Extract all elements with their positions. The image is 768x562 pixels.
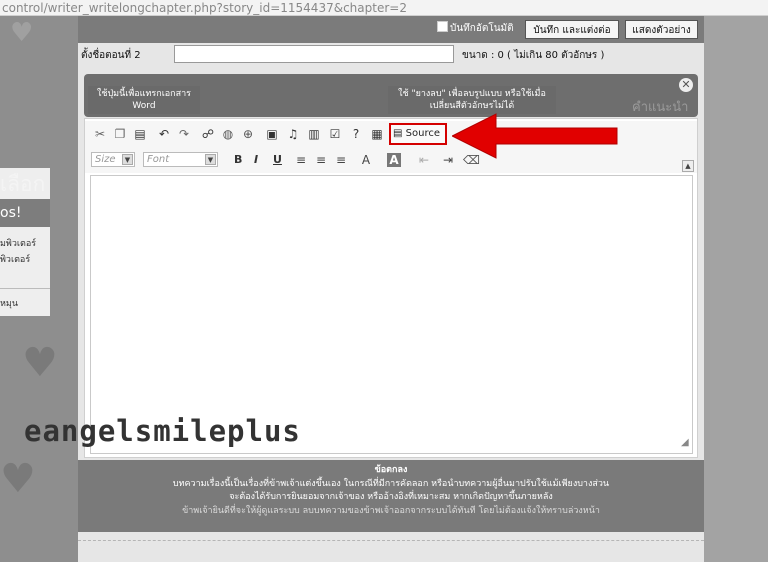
italic-button[interactable]: I	[254, 153, 258, 166]
font-size-select[interactable]: Size ▼	[91, 152, 135, 167]
source-button[interactable]: ▤ Source	[389, 123, 447, 145]
heart-icon: ♥	[10, 18, 34, 48]
document-icon: ▤	[393, 128, 406, 139]
left-panel-line: มพิวเตอร์	[0, 239, 37, 249]
editor-content-area[interactable]	[90, 175, 693, 454]
anchor-icon[interactable]: ⊕	[241, 127, 255, 141]
checkbox-icon[interactable]: ☑	[328, 127, 342, 141]
agreement-text: ข้าพเจ้ายินดีที่จะให้ผู้ดูแลระบบ ลบบทควา…	[182, 506, 600, 516]
chapter-title-input[interactable]	[174, 45, 454, 63]
tip-eraser: ใช้ "ยางลบ" เพื่อลบรูปแบบ หรือใช้เมื่อ เ…	[388, 86, 556, 114]
left-panel-bar: os!	[0, 199, 50, 227]
left-panel-heading: เลือก	[0, 172, 46, 196]
chevron-down-icon: ▼	[205, 154, 216, 165]
browser-url-bar[interactable]: control/writer_writelongchapter.php?stor…	[0, 0, 768, 16]
autosave-label: บันทึกอัตโนมัติ	[450, 23, 514, 34]
link-icon[interactable]: ☍	[201, 127, 215, 141]
right-background	[703, 16, 768, 562]
autosave-toggle[interactable]: บันทึกอัตโนมัติ	[437, 21, 514, 36]
font-size-label: Size	[95, 154, 116, 165]
image-icon[interactable]: ▣	[265, 127, 279, 141]
cut-icon[interactable]: ✂	[93, 127, 107, 141]
outdent-icon[interactable]: ⇤	[417, 153, 431, 167]
collapse-toolbar-icon[interactable]: ▲	[682, 160, 694, 172]
video-icon[interactable]: ▦	[370, 127, 384, 141]
left-panel-line[interactable]: หมุน	[0, 296, 50, 310]
autosave-checkbox[interactable]	[437, 21, 448, 32]
resize-grip-icon[interactable]: ◢	[681, 437, 693, 449]
underline-button[interactable]: U	[273, 153, 282, 166]
left-panel-line: พิวเตอร์	[0, 255, 31, 265]
copy-icon[interactable]: ❐	[113, 127, 127, 141]
source-label: Source	[405, 128, 440, 139]
undo-icon[interactable]: ↶	[157, 127, 171, 141]
redo-icon[interactable]: ↷	[177, 127, 191, 141]
align-left-icon[interactable]: ≡	[294, 153, 308, 167]
chevron-down-icon: ▼	[122, 154, 133, 165]
paste-word-icon[interactable]: ▤	[133, 127, 147, 141]
tip-word-insert: ใช้ปุ่มนี้เพื่อแทรกเอกสาร Word	[88, 86, 200, 114]
background-color-icon[interactable]: A	[387, 153, 401, 167]
align-center-icon[interactable]: ≡	[314, 153, 328, 167]
close-icon[interactable]: ✕	[679, 78, 693, 92]
align-right-icon[interactable]: ≡	[334, 153, 348, 167]
divider	[78, 540, 704, 541]
preview-button[interactable]: แสดงตัวอย่าง	[625, 20, 698, 39]
chart-icon[interactable]: ▥	[307, 127, 321, 141]
tips-label: คำแนะนำ	[632, 100, 689, 115]
heart-icon: ♥	[22, 340, 58, 386]
red-arrow-annotation	[452, 113, 618, 159]
font-family-select[interactable]: Font ▼	[143, 152, 218, 167]
unlink-icon[interactable]: ◍	[221, 127, 235, 141]
music-icon[interactable]: ♫	[286, 127, 300, 141]
title-size-note: ขนาด : 0 ( ไม่เกิน 80 ตัวอักษร )	[462, 50, 605, 61]
help-icon[interactable]: ?	[349, 127, 363, 141]
chapter-title-label: ตั้งชื่อตอนที่ 2	[81, 50, 141, 61]
bold-button[interactable]: B	[234, 153, 242, 166]
heart-icon: ♥	[0, 456, 36, 502]
agreement-text: จะต้องได้รับการยินยอมจากเจ้าของ หรืออ้าง…	[229, 492, 553, 502]
watermark: eangelsmileplus	[24, 414, 301, 448]
save-continue-button[interactable]: บันทึก และแต่งต่อ	[525, 20, 619, 39]
agreement-text: บทความเรื่องนี้เป็นเรื่องที่ข้าพเจ้าแต่ง…	[172, 479, 610, 489]
agreement-title: ข้อตกลง	[374, 465, 408, 475]
font-family-label: Font	[147, 154, 170, 165]
text-color-icon[interactable]: A	[359, 153, 373, 167]
divider	[0, 288, 50, 289]
